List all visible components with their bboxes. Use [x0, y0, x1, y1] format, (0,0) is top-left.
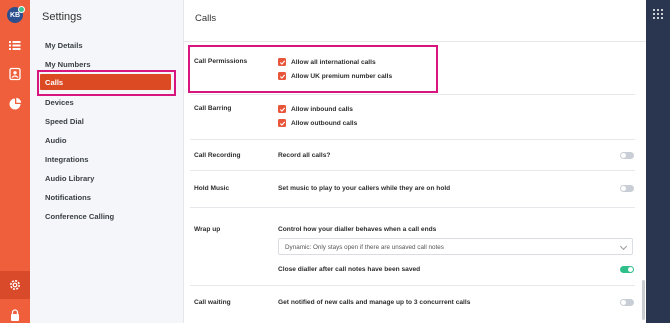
call-waiting-description: Get notified of new calls and manage up … [278, 299, 471, 306]
toggle-call-waiting[interactable] [620, 299, 634, 306]
check-icon [279, 121, 285, 126]
section-label-hold-music: Hold Music [194, 185, 230, 192]
checkbox-label: Allow all international calls [291, 58, 376, 66]
hold-music-description: Set music to play to your callers while … [278, 185, 451, 192]
page-title: Calls [195, 13, 217, 24]
sidebar-item-notifications[interactable]: Notifications [45, 193, 91, 202]
sidebar-item-calls[interactable]: Calls [40, 74, 171, 90]
wrap-up-mode-select[interactable]: Dynamic: Only stays open if there are un… [278, 238, 633, 255]
app-rail: KB [0, 0, 30, 323]
toggle-hold-music[interactable] [620, 185, 634, 192]
checkbox-label: Allow outbound calls [291, 119, 358, 127]
checkbox-label: Allow inbound calls [291, 105, 353, 113]
section-label-call-barring: Call Barring [194, 105, 232, 112]
sidebar-title: Settings [42, 11, 82, 23]
sidebar-item-my-numbers[interactable]: My Numbers [45, 60, 91, 69]
check-icon [279, 74, 285, 79]
row-divider [190, 170, 635, 171]
row-divider [190, 94, 635, 95]
checkbox-uk-premium-calls[interactable] [278, 72, 286, 80]
settings-sidebar: Settings My Details My Numbers Calls Dev… [30, 0, 184, 323]
toggle-knob [621, 186, 626, 191]
sidebar-item-audio-library[interactable]: Audio Library [45, 174, 94, 183]
dialpad-grid-icon[interactable] [653, 9, 663, 19]
checkbox-outbound-calls[interactable] [278, 119, 286, 127]
lock-icon[interactable] [8, 308, 22, 322]
select-value: Dynamic: Only stays open if there are un… [285, 243, 444, 251]
toggle-knob [621, 153, 626, 158]
row-divider [190, 139, 635, 140]
recording-description: Record all calls? [278, 152, 331, 159]
section-label-call-permissions: Call Permissions [194, 58, 248, 65]
toggle-call-recording[interactable] [620, 152, 634, 159]
wrap-up-description: Control how your dialler behaves when a … [278, 226, 437, 233]
checkbox-international-calls[interactable] [278, 58, 286, 66]
row-divider [190, 285, 635, 286]
section-label-wrap-up: Wrap up [194, 226, 221, 233]
section-label-call-recording: Call Recording [194, 152, 241, 159]
contacts-icon[interactable] [8, 67, 22, 81]
sidebar-item-label: Calls [45, 77, 64, 87]
check-icon [279, 60, 285, 65]
list-icon[interactable] [8, 38, 22, 52]
analytics-icon[interactable] [8, 97, 22, 111]
header-divider [184, 41, 646, 42]
avatar-initials: KB [9, 11, 21, 19]
scrollbar[interactable] [642, 280, 645, 320]
toggle-knob [621, 300, 626, 305]
presence-indicator [18, 6, 25, 13]
toggle-close-dialler[interactable] [620, 266, 634, 273]
sidebar-item-devices[interactable]: Devices [45, 98, 74, 107]
sidebar-item-my-details[interactable]: My Details [45, 41, 83, 50]
section-label-call-waiting: Call waiting [194, 299, 231, 306]
checkbox-label: Allow UK premium number calls [291, 72, 393, 80]
sidebar-item-audio[interactable]: Audio [45, 136, 67, 145]
chevron-down-icon [619, 242, 628, 251]
sidebar-item-integrations[interactable]: Integrations [45, 155, 88, 164]
highlight-box-permissions [188, 45, 438, 93]
row-divider [190, 207, 635, 208]
close-dialler-label: Close dialler after call notes have been… [278, 266, 421, 273]
check-icon [279, 107, 285, 112]
settings-nav-button[interactable] [0, 271, 30, 299]
checkbox-inbound-calls[interactable] [278, 105, 286, 113]
calls-settings-panel: Calls Call Permissions Allow all interna… [184, 0, 646, 323]
settings-icon [10, 280, 20, 290]
toggle-knob [628, 267, 633, 272]
sidebar-item-speed-dial[interactable]: Speed Dial [45, 117, 84, 126]
right-panel-strip [646, 0, 670, 323]
sidebar-item-conference-calling[interactable]: Conference Calling [45, 212, 114, 221]
